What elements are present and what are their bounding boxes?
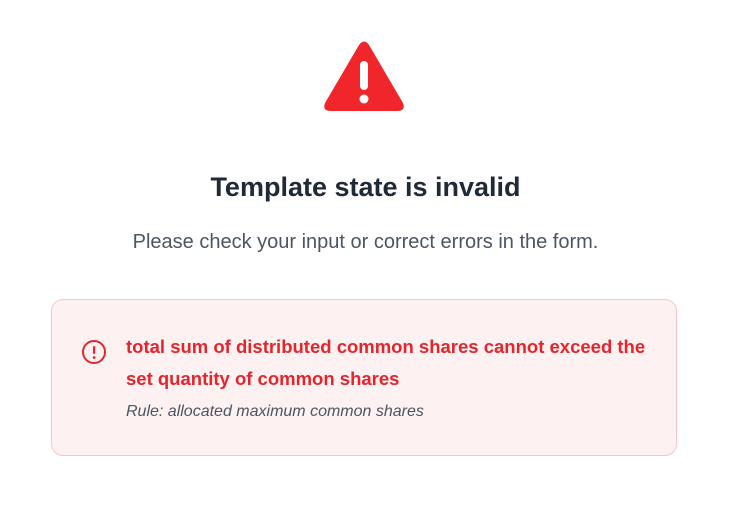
exclamation-circle-icon: [81, 339, 107, 365]
error-message: total sum of distributed common shares c…: [126, 336, 646, 389]
page-subtitle: Please check your input or correct error…: [132, 231, 599, 253]
error-rule: Rule: allocated maximum common shares: [126, 403, 424, 420]
error-alert: total sum of distributed common shares c…: [51, 299, 677, 456]
page-title: Template state is invalid: [210, 172, 521, 202]
warning-triangle-icon: [323, 40, 405, 112]
